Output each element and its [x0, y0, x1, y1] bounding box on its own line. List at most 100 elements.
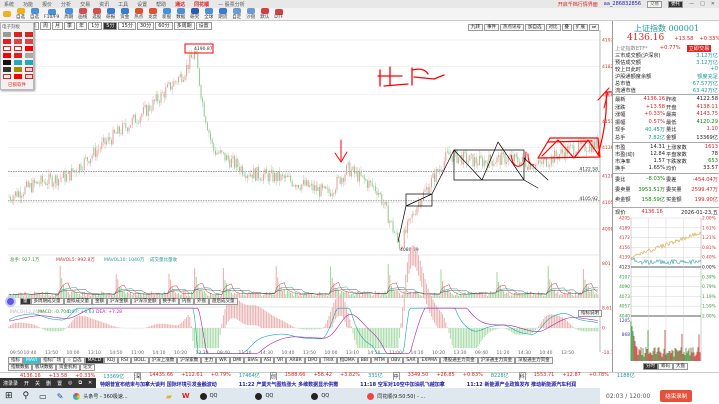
panel-bottom-tab[interactable]: 分时 [643, 363, 658, 370]
draw-tool-icon[interactable] [14, 67, 22, 72]
draw-tool-icon[interactable] [14, 74, 22, 79]
indicator-tab[interactable]: BIAS [244, 357, 261, 364]
menu-item[interactable]: 功能 [23, 1, 33, 8]
recording-tool-button[interactable]: ◎ [68, 380, 72, 386]
volume-tab[interactable]: 沪深京金额 [131, 298, 160, 305]
indicator-tab[interactable]: SAR [403, 357, 419, 364]
indicator-tab[interactable]: 指标广场 [40, 357, 65, 364]
menu-item[interactable]: 资讯 [99, 1, 109, 8]
intraday-mini-chart[interactable]: 4205 2.00% 4189 1.61% 4172 1.21% 4156 0.81% 4139… [613, 216, 719, 366]
draw-tool-icon[interactable] [3, 46, 11, 51]
period-tab[interactable]: 多周期 [173, 21, 195, 30]
indicator-tab[interactable]: 指标 [8, 357, 23, 364]
volume-tab[interactable]: 虚拟成交量 [63, 298, 92, 305]
news-item[interactable]: 11:22 产業天气图热涨大 多维数据显示供需 [239, 381, 338, 388]
stop-recording-button[interactable]: 结束录制 [660, 390, 693, 402]
recording-tool-button[interactable]: ✕ [88, 380, 92, 386]
indicator-tab[interactable]: KDJ [104, 357, 118, 364]
indicator-tab[interactable]: DMI [229, 357, 245, 364]
volume-tab[interactable]: 内盘 [179, 298, 194, 305]
indicator-tab[interactable]: 沪深通主力资金 [477, 357, 516, 364]
toolbar-button[interactable]: 默认 [260, 8, 269, 20]
panel-bottom-tab[interactable]: 筹码 [658, 363, 673, 370]
search-icon[interactable]: ⚲ [23, 391, 30, 401]
toolbar-button[interactable]: 研究 [190, 8, 199, 20]
recording-tool-button[interactable]: 置 [57, 380, 62, 387]
panel-bottom-tab[interactable]: 大盘 [673, 363, 688, 370]
pen-app-icon[interactable]: ✎ [57, 392, 64, 401]
indicator-tab[interactable]: BBI [357, 357, 372, 364]
taskbar-app[interactable]: 头条号 - 360极速... [73, 392, 128, 400]
volume-tab[interactable]: 外盘 [194, 298, 209, 305]
period-tab[interactable]: 5分 [103, 21, 118, 30]
draw-tool-icon[interactable] [25, 53, 33, 58]
recording-tool-button[interactable]: 删 [46, 380, 51, 387]
toolbar-button[interactable]: 数据 [176, 8, 185, 20]
etf-trade-button[interactable]: 立即交易 [686, 45, 712, 52]
menu-item[interactable]: 帮助 [156, 1, 166, 8]
kline-chart[interactable]: 419741824166415141364120410540904122.584… [8, 30, 612, 360]
period-tab[interactable]: 设置 [195, 21, 212, 30]
draw-tool-icon[interactable] [3, 53, 11, 58]
draw-tool-icon[interactable] [25, 46, 33, 51]
indicator-tab[interactable]: 指DMA [336, 357, 358, 364]
indicator-tab[interactable]: VR [274, 357, 287, 364]
task-view-icon[interactable]: ▭ [39, 392, 47, 401]
toolbar-button[interactable]: 自选 [30, 8, 39, 20]
volume-tab[interactable]: 换手率 [159, 298, 179, 305]
toolbar-button[interactable]: 新股 [162, 8, 171, 20]
toolbar-button[interactable]: 沙盘 [246, 8, 255, 20]
toolbar-button[interactable]: 期货 [218, 8, 227, 20]
indicator-tab[interactable]: ☆ 自选 [64, 357, 85, 364]
draw-tool-icon[interactable] [3, 74, 11, 79]
indicator-tab[interactable]: ARBR [286, 357, 305, 364]
news-item[interactable]: 11:18 空军对10空中加油机飞越加拿 [360, 381, 445, 388]
draw-tool-icon[interactable] [14, 60, 22, 65]
toolbar-button[interactable]: 全球 [204, 8, 213, 20]
toolbar-button[interactable]: 画线 [78, 8, 87, 20]
indicator-tab[interactable]: 港股通主力资金 [440, 357, 478, 364]
indicator-tab[interactable]: TRIX [320, 357, 337, 364]
period-tab[interactable]: 30分 [136, 21, 155, 30]
period-tab[interactable]: 季 [64, 21, 76, 30]
indicator-tab[interactable]: 沪深家数 [177, 357, 202, 364]
draw-tool-icon[interactable] [25, 39, 33, 44]
indicator-tab[interactable]: EXPMA [418, 357, 441, 364]
toolbar-button[interactable]: F10/F9 [44, 8, 59, 20]
indicator-tab[interactable]: MAVI [23, 357, 41, 364]
draw-tool-icon[interactable] [3, 32, 11, 37]
toolbar-button[interactable]: 研报 [106, 8, 115, 20]
indicator-tab[interactable]: MACD [84, 357, 105, 364]
volume-tab[interactable]: 盘后成交量 [209, 298, 238, 305]
draw-tool-icon[interactable] [14, 53, 22, 58]
recording-tool-button[interactable]: 开 [24, 380, 29, 387]
trade-button[interactable]: 交易 [647, 0, 663, 8]
draw-tool-icon[interactable] [14, 39, 22, 44]
period-tab[interactable]: 年 [76, 21, 88, 30]
toolbar-button[interactable]: 自定 [232, 8, 241, 20]
indicator-tab[interactable]: 深股通主力资金 [515, 357, 553, 364]
drawing-tools-footer[interactable]: 已锁软件 [1, 82, 33, 88]
taskbar-app[interactable]: QQ [199, 392, 217, 400]
menu-item[interactable]: 系统 [4, 1, 14, 8]
recording-tool-button[interactable]: ⧉ [78, 380, 82, 386]
realtime-link[interactable]: 开启千档行情界面 [558, 1, 598, 8]
draw-tool-icon[interactable] [25, 67, 33, 72]
volume-tab[interactable]: 多周期成交量 [30, 298, 64, 305]
close-button[interactable]: ✕ [711, 1, 715, 7]
draw-tool-icon[interactable] [3, 39, 11, 44]
sub-tab[interactable]: 论文 [80, 364, 95, 371]
order-button[interactable]: 委托 [668, 0, 684, 8]
toolbar-button[interactable]: 自选 [16, 8, 25, 20]
toolbar-button[interactable]: 选股 [92, 8, 101, 20]
period-tab[interactable]: 60分 [155, 21, 173, 30]
draw-tool-icon[interactable] [25, 74, 33, 79]
indicator-tab[interactable]: MTM [371, 357, 388, 364]
toolbar-button[interactable]: DTF [274, 8, 283, 20]
news-item[interactable]: 特朗普宣布结束与加拿大谈判 国际环境引发金融波动 [100, 381, 217, 388]
macd-help-button[interactable]: 指标说明 [578, 310, 602, 317]
indicator-tab[interactable]: BOLL [131, 357, 149, 364]
period-tab[interactable]: 15分 [118, 21, 136, 30]
indicator-tab[interactable]: OBV [387, 357, 404, 364]
wps-icon[interactable]: W [182, 392, 190, 400]
